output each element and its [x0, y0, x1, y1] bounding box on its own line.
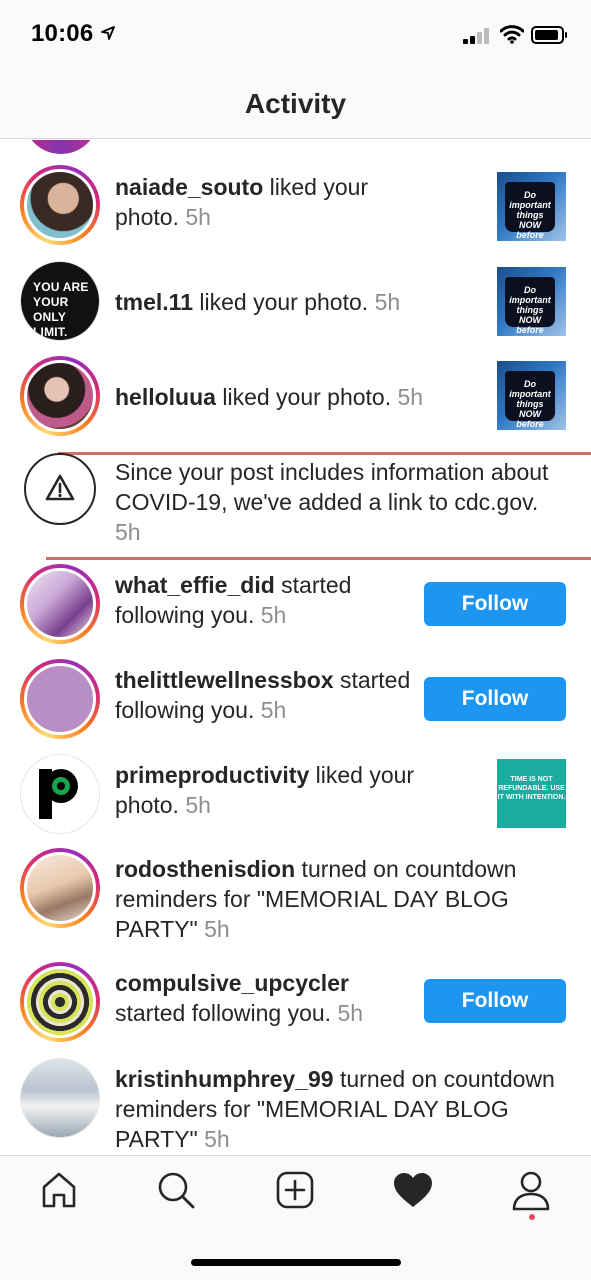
page-title: Activity	[244, 88, 347, 119]
username[interactable]: kristinhumphrey_99	[115, 1066, 334, 1092]
battery-icon	[531, 26, 567, 44]
post-thumbnail[interactable]: Do important things NOW before they beco…	[497, 361, 566, 430]
post-thumbnail[interactable]: Do important things NOW before they beco…	[497, 172, 566, 241]
status-bar: 10:06	[0, 0, 591, 70]
notification-text: naiade_souto liked your photo. 5h	[115, 174, 369, 230]
timestamp: 5h	[185, 792, 211, 818]
notification-text: thelittlewellnessbox started following y…	[115, 667, 411, 723]
search-icon[interactable]	[154, 1168, 198, 1212]
annotation-line-bottom	[46, 557, 591, 560]
avatar[interactable]	[20, 659, 100, 739]
timestamp: 5h	[397, 384, 424, 410]
follow-button[interactable]: Follow	[424, 677, 566, 721]
primeproductivity-logo	[39, 769, 78, 819]
username[interactable]: thelittlewellnessbox	[115, 667, 334, 693]
avatar[interactable]	[20, 962, 100, 1042]
avatar[interactable]	[23, 140, 99, 154]
username[interactable]: primeproductivity	[115, 762, 309, 788]
home-indicator[interactable]	[191, 1259, 401, 1266]
avatar[interactable]	[20, 1058, 100, 1138]
post-thumbnail[interactable]: Do important things NOW before they beco…	[497, 267, 566, 336]
notification-text: primeproductivity liked your photo. 5h	[115, 762, 415, 818]
location-arrow-icon	[101, 26, 115, 40]
notification-text: tmel.11 liked your photo. 5h	[115, 289, 401, 315]
list-item[interactable]: naiade_souto liked your photo. 5h Do imp…	[0, 165, 591, 245]
list-item[interactable]: what_effie_did started following you. 5h…	[0, 564, 591, 644]
notification-text: kristinhumphrey_99 turned on countdown r…	[115, 1066, 555, 1152]
avatar[interactable]: YOU ARE YOUR ONLY LIMIT.	[20, 261, 100, 341]
notification-text: what_effie_did started following you. 5h	[115, 572, 352, 628]
header: Activity	[0, 70, 591, 139]
list-item[interactable]: YOU ARE YOUR ONLY LIMIT. tmel.11 liked y…	[0, 261, 591, 341]
home-icon[interactable]	[37, 1168, 81, 1212]
wifi-icon	[500, 25, 524, 44]
username[interactable]: naiade_souto	[115, 174, 263, 200]
timestamp: 5h	[115, 519, 141, 545]
username[interactable]: compulsive_upcycler	[115, 970, 349, 996]
status-time: 10:06	[31, 20, 94, 47]
warning-icon	[45, 474, 75, 501]
avatar[interactable]	[20, 165, 100, 245]
avatar[interactable]	[20, 564, 100, 644]
notification-text: compulsive_upcycler started following yo…	[115, 970, 364, 1026]
list-item[interactable]: thelittlewellnessbox started following y…	[0, 659, 591, 739]
username[interactable]: rodosthenisdion	[115, 856, 295, 882]
timestamp: 5h	[204, 916, 230, 942]
notification-dot	[529, 1214, 535, 1220]
list-item[interactable]: compulsive_upcycler started following yo…	[0, 962, 591, 1042]
list-item[interactable]: rodosthenisdion turned on countdown remi…	[0, 848, 591, 943]
follow-button[interactable]: Follow	[424, 979, 566, 1023]
warning-icon-circle	[24, 453, 96, 525]
notification-text: rodosthenisdion turned on countdown remi…	[115, 856, 517, 942]
timestamp: 5h	[260, 697, 287, 723]
post-thumbnail[interactable]: TIME IS NOT REFUNDABLE. USE IT WITH INTE…	[497, 759, 566, 828]
timestamp: 5h	[204, 1126, 230, 1152]
username[interactable]: tmel.11	[115, 289, 193, 315]
annotation-line-top	[58, 452, 591, 455]
notification-text: helloluua liked your photo. 5h	[115, 384, 424, 410]
activity-heart-icon[interactable]	[391, 1168, 435, 1212]
list-item[interactable]: helloluua liked your photo. 5h Do import…	[0, 356, 591, 436]
avatar[interactable]	[20, 848, 100, 928]
username[interactable]: helloluua	[115, 384, 216, 410]
cellular-signal-icon	[463, 28, 493, 44]
covid-notice-text[interactable]: Since your post includes information abo…	[115, 457, 565, 547]
timestamp: 5h	[374, 289, 401, 315]
timestamp: 5h	[337, 1000, 364, 1026]
new-post-icon[interactable]	[273, 1168, 317, 1212]
avatar[interactable]	[20, 356, 100, 436]
profile-icon[interactable]	[509, 1168, 553, 1212]
follow-button[interactable]: Follow	[424, 582, 566, 626]
activity-feed[interactable]: naiade_souto liked your photo. 5h Do imp…	[0, 140, 591, 1155]
avatar[interactable]	[20, 754, 100, 834]
timestamp: 5h	[185, 204, 211, 230]
list-item[interactable]: kristinhumphrey_99 turned on countdown r…	[0, 1058, 591, 1153]
list-item[interactable]: primeproductivity liked your photo. 5h T…	[0, 754, 591, 834]
username[interactable]: what_effie_did	[115, 572, 275, 598]
timestamp: 5h	[260, 602, 287, 628]
